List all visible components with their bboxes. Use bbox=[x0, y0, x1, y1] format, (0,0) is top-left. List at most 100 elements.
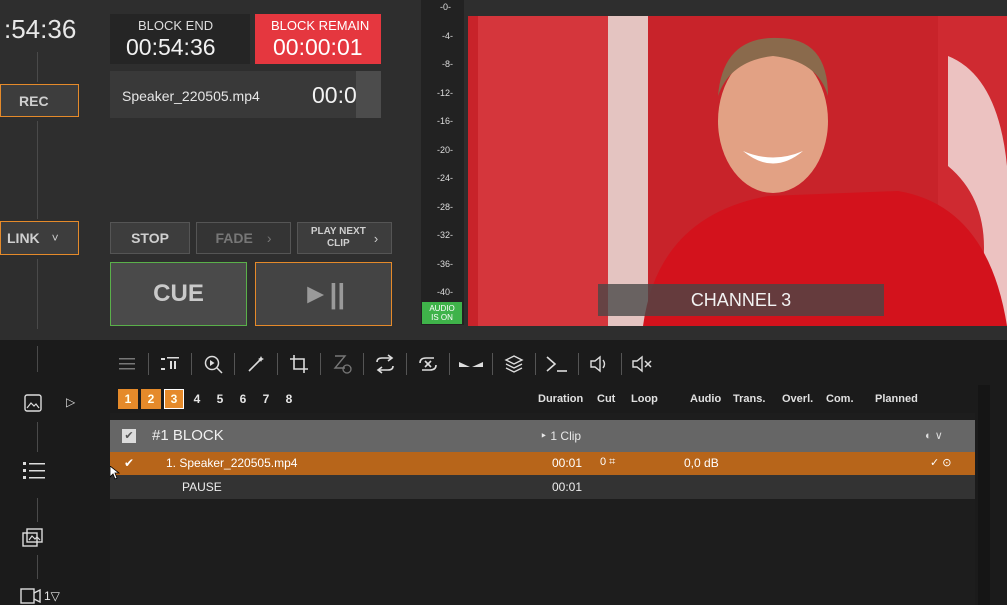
column-headers: Duration Cut Loop Audio Trans. Overl. Com. Plan… bbox=[110, 387, 975, 412]
volume-icon[interactable] bbox=[583, 349, 617, 379]
meter-scale-label: -32- bbox=[436, 230, 453, 240]
pause-list-icon[interactable] bbox=[153, 349, 187, 379]
toolbar-divider bbox=[449, 353, 450, 375]
image-icon[interactable] bbox=[24, 394, 42, 417]
column-header-trans[interactable]: Trans. bbox=[733, 393, 765, 405]
clip-row-planned: ✓ ⊙ bbox=[930, 457, 952, 469]
stop-button[interactable]: STOP bbox=[110, 222, 190, 254]
block-end-value: 00:54:36 bbox=[126, 34, 216, 60]
play-next-line1: PLAY NEXT bbox=[310, 226, 366, 237]
column-header-duration[interactable]: Duration bbox=[538, 393, 583, 405]
play-next-line2: CLIP bbox=[326, 238, 350, 249]
meter-scale-label: -12- bbox=[436, 87, 453, 98]
magic-wand-icon[interactable] bbox=[239, 349, 273, 379]
audio-on-line1: AUDIO bbox=[429, 304, 455, 313]
pause-row[interactable]: PAUSE 00:01 bbox=[110, 475, 975, 499]
column-header-overl[interactable]: Overl. bbox=[782, 393, 813, 405]
block-remain-value: 00:00:01 bbox=[273, 34, 363, 60]
play-next-text: PLAY NEXT CLIP bbox=[311, 226, 366, 250]
command-icon[interactable] bbox=[540, 349, 574, 379]
block-icons[interactable]: ◐ ∨ bbox=[925, 429, 943, 442]
meter-scale-label: -40- bbox=[436, 287, 453, 297]
monitor-icon[interactable]: 1▽ bbox=[20, 588, 60, 604]
play-next-clip-button[interactable]: PLAY NEXT CLIP › bbox=[297, 222, 392, 254]
clip-row-check: ✔ bbox=[124, 456, 135, 470]
meter-scale-label: -24- bbox=[436, 173, 453, 183]
toolbar-divider bbox=[191, 353, 192, 375]
block-remain-panel: BLOCK REMAIN 00:00:01 bbox=[255, 14, 381, 64]
clip-row-name: 1. Speaker_220505.mp4 bbox=[166, 456, 298, 470]
playlist-icon[interactable] bbox=[22, 460, 46, 487]
meter-scale-label: -20- bbox=[436, 144, 453, 155]
link-dropdown[interactable]: LINK ˅ bbox=[0, 221, 79, 255]
loop-icon[interactable] bbox=[368, 349, 402, 379]
clip-progress-remaining bbox=[356, 71, 381, 118]
clip-row[interactable]: ✔ 1. Speaker_220505.mp4 00:01 0 ⌗ 0,0 dB… bbox=[110, 452, 975, 475]
block-clip-count: ‣ 1 Clip bbox=[540, 429, 582, 443]
toolbar-divider bbox=[492, 353, 493, 375]
mouse-cursor-icon bbox=[109, 465, 121, 485]
column-header-loop[interactable]: Loop bbox=[631, 393, 658, 405]
divider bbox=[37, 259, 38, 329]
divider bbox=[37, 346, 38, 372]
preview-scene bbox=[468, 16, 1007, 326]
divider bbox=[37, 498, 38, 522]
chevron-down-icon: ˅ bbox=[51, 231, 59, 245]
mute-icon[interactable] bbox=[626, 349, 660, 379]
channel-label: CHANNEL 3 bbox=[690, 289, 792, 310]
block-checkbox[interactable]: ✔ bbox=[122, 429, 136, 443]
cue-label: CUE bbox=[153, 280, 204, 307]
chevron-right-icon: › bbox=[266, 230, 272, 246]
play-pause-button[interactable]: ►|| bbox=[255, 262, 392, 326]
toolbar-divider bbox=[277, 353, 278, 375]
toolbar bbox=[110, 344, 1007, 384]
divider bbox=[37, 422, 38, 452]
rec-button[interactable]: REC bbox=[0, 84, 79, 117]
column-header-com[interactable]: Com. bbox=[826, 393, 854, 405]
block-row[interactable]: ✔ #1 BLOCK ‣ 1 Clip ◐ ∨ bbox=[110, 420, 975, 452]
tabs-row: 12345678 Duration Cut Loop Audio Trans. Overl… bbox=[110, 387, 975, 412]
audio-on-badge: AUDIO IS ON bbox=[422, 302, 462, 324]
clip-name: Speaker_220505.mp4 bbox=[122, 88, 260, 104]
pause-row-duration: 00:01 bbox=[552, 480, 583, 494]
meter-scale-label: -0- bbox=[440, 2, 451, 12]
meter-scale-label: -4- bbox=[442, 30, 453, 41]
media-library-icon[interactable] bbox=[22, 528, 44, 553]
chevron-right-icon: › bbox=[373, 230, 379, 246]
clock: :54:36 bbox=[4, 14, 77, 44]
hourglass-icon[interactable] bbox=[325, 349, 359, 379]
toolbar-divider bbox=[535, 353, 536, 375]
pause-row-name: PAUSE bbox=[182, 480, 222, 494]
toolbar-divider bbox=[234, 353, 235, 375]
current-clip-panel: Speaker_220505.mp4 00:01 bbox=[110, 71, 381, 118]
audio-meter: -0- -4- -8- -12- -16- -20- -24- -28- -32- -36- -40… bbox=[421, 0, 464, 325]
block-end-label: BLOCK END bbox=[138, 18, 214, 33]
cue-button[interactable]: CUE bbox=[110, 262, 247, 326]
toolbar-divider bbox=[320, 353, 321, 375]
expand-icon[interactable]: ▷ bbox=[66, 395, 75, 409]
block-title: #1 BLOCK bbox=[152, 427, 224, 444]
fade-button[interactable]: FADE › bbox=[196, 222, 291, 254]
block-remain-label: BLOCK REMAIN bbox=[271, 18, 370, 33]
crop-icon[interactable] bbox=[282, 349, 316, 379]
column-header-audio[interactable]: Audio bbox=[690, 393, 721, 405]
fade-label: FADE bbox=[215, 230, 253, 246]
search-play-icon[interactable] bbox=[196, 349, 230, 379]
column-header-planned[interactable]: Planned bbox=[875, 393, 918, 405]
channel-overlay: CHANNEL 3 bbox=[598, 284, 884, 316]
divider bbox=[37, 555, 38, 579]
link-label: LINK bbox=[7, 230, 40, 246]
divider bbox=[37, 52, 38, 82]
divider bbox=[37, 121, 38, 219]
list-view-icon[interactable] bbox=[110, 349, 144, 379]
audio-on-line2: IS ON bbox=[431, 313, 453, 322]
block-end-panel: BLOCK END 00:54:36 bbox=[110, 14, 250, 64]
playlist-area: ✔ #1 BLOCK ‣ 1 Clip ◐ ∨ ✔ 1. Speaker_220… bbox=[110, 413, 975, 605]
clip-row-duration: 00:01 bbox=[552, 456, 583, 470]
column-header-cut[interactable]: Cut bbox=[597, 393, 615, 405]
vertical-scrollbar[interactable] bbox=[978, 385, 990, 605]
meter-scale-label: -36- bbox=[436, 258, 453, 269]
transition-icon[interactable] bbox=[454, 349, 488, 379]
loop-off-icon[interactable] bbox=[411, 349, 445, 379]
layers-icon[interactable] bbox=[497, 349, 531, 379]
